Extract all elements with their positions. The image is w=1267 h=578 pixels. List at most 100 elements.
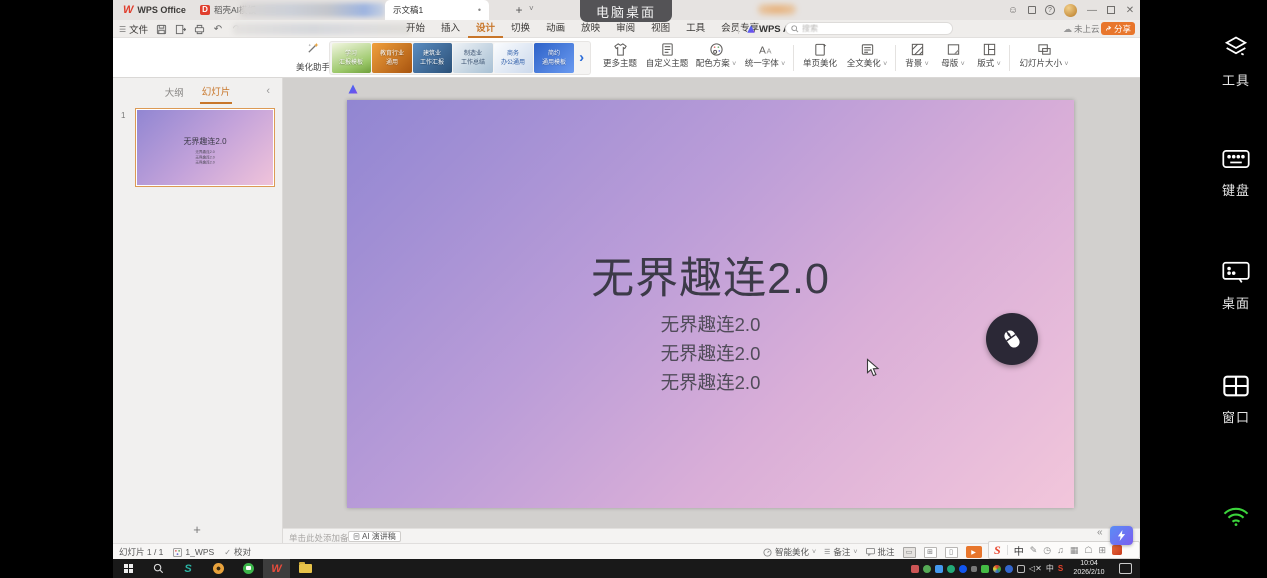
taskbar-app-green[interactable] bbox=[233, 559, 263, 578]
tab-slides[interactable]: 幻灯片 bbox=[200, 80, 233, 104]
ime-voice-icon[interactable]: ♫ bbox=[1057, 545, 1064, 555]
ime-keyboard-icon[interactable]: ▦ bbox=[1070, 545, 1079, 556]
slide-size-button[interactable]: 幻灯片大小 ˅ bbox=[1015, 40, 1073, 76]
feedback-smiley-icon[interactable]: ☺ bbox=[1007, 5, 1019, 16]
slide-thumbnail[interactable]: 无界趣连2.0 无界趣连2.0 无界趣连2.0 无界趣连2.0 bbox=[135, 108, 275, 187]
ime-clock-icon[interactable]: ◷ bbox=[1043, 545, 1051, 556]
normal-view-button[interactable]: ▭ bbox=[903, 547, 916, 558]
tray-pinwheel-icon[interactable] bbox=[993, 565, 1001, 573]
taskbar-sogou-app[interactable]: S bbox=[173, 559, 203, 578]
tab-outline[interactable]: 大纲 bbox=[163, 81, 186, 103]
cloud-status[interactable]: ☁ 未上云 bbox=[1063, 20, 1100, 38]
rail-tools-button[interactable]: 工具 bbox=[1210, 34, 1262, 89]
slide-title-text[interactable]: 无界趣连2.0 bbox=[347, 244, 1074, 306]
rail-windows-button[interactable]: 窗口 bbox=[1210, 373, 1262, 426]
add-slide-button[interactable]: + bbox=[189, 522, 205, 537]
tab-insert[interactable]: 插入 bbox=[433, 20, 468, 38]
background-button[interactable]: 背景 ˅ bbox=[901, 40, 933, 76]
unify-font-button[interactable]: AA 统一字体 ˅ bbox=[742, 40, 788, 76]
workspace-icon[interactable] bbox=[1028, 6, 1036, 14]
color-scheme-button[interactable]: 配色方案 ˅ bbox=[692, 40, 740, 76]
tray-app-icon[interactable] bbox=[959, 565, 967, 573]
tab-slideshow[interactable]: 放映 bbox=[573, 20, 608, 38]
tray-app-icon[interactable] bbox=[1005, 565, 1013, 573]
minimize-button[interactable]: — bbox=[1086, 5, 1098, 16]
taskbar-wps-app-active[interactable]: W bbox=[263, 559, 290, 578]
tab-tools[interactable]: 工具 bbox=[678, 20, 713, 38]
close-button[interactable]: ✕ bbox=[1124, 5, 1136, 16]
slide-master-button[interactable]: 母版 ˅ bbox=[937, 40, 969, 76]
taskbar-search-button[interactable] bbox=[143, 559, 173, 578]
tray-app-icon[interactable] bbox=[923, 565, 931, 573]
new-tab-button[interactable]: + bbox=[512, 3, 526, 17]
virtual-mouse-button[interactable] bbox=[986, 313, 1038, 365]
template-card[interactable]: 建筑业工作汇报 bbox=[413, 43, 453, 73]
tray-app-icon[interactable] bbox=[947, 565, 955, 573]
ime-pen-icon[interactable]: ✎ bbox=[1030, 545, 1038, 556]
tab-view[interactable]: 视图 bbox=[643, 20, 678, 38]
tray-display-icon[interactable] bbox=[1017, 565, 1025, 573]
tab-review[interactable]: 审阅 bbox=[608, 20, 643, 38]
tray-volume-icon[interactable]: ◁✕ bbox=[1029, 564, 1042, 573]
taskbar-clock[interactable]: 10:04 2026/2/10 bbox=[1065, 560, 1113, 577]
rail-desktop-button[interactable]: 桌面 bbox=[1210, 259, 1262, 312]
ime-toolbox-icon[interactable]: ⊞ bbox=[1098, 545, 1106, 556]
tray-ime-mode[interactable]: 中 bbox=[1046, 563, 1054, 574]
tab-list-caret-icon[interactable]: ˅ bbox=[529, 4, 534, 13]
proofread-entry[interactable]: ✓ 校对 bbox=[224, 546, 251, 558]
doc-beautify-button[interactable]: 全文美化 ˅ bbox=[843, 40, 891, 76]
help-icon[interactable]: ? bbox=[1045, 5, 1055, 15]
tab-animation[interactable]: 动画 bbox=[538, 20, 573, 38]
share-button[interactable]: 分享 bbox=[1101, 22, 1135, 35]
command-search[interactable] bbox=[785, 22, 953, 35]
tab-home[interactable]: 开始 bbox=[398, 20, 433, 38]
comments-button[interactable]: 批注 bbox=[866, 546, 895, 558]
search-input[interactable] bbox=[802, 24, 932, 33]
more-themes-button[interactable]: 更多主题 bbox=[598, 40, 642, 76]
theme-entry[interactable]: 1_WPS bbox=[173, 547, 214, 557]
notes-toggle-button[interactable]: ☰ 备注 ˅ bbox=[824, 546, 857, 558]
tray-app-icon[interactable] bbox=[935, 565, 943, 573]
action-center-icon[interactable] bbox=[1119, 563, 1132, 574]
taskbar-app-orange[interactable] bbox=[203, 559, 233, 578]
template-card[interactable]: 教育行业通用 bbox=[372, 43, 412, 73]
tab-transition[interactable]: 切换 bbox=[503, 20, 538, 38]
save-icon[interactable] bbox=[155, 23, 167, 35]
smart-beautify-button[interactable]: 智能美化 ˅ bbox=[763, 546, 816, 558]
tray-app-icon[interactable] bbox=[971, 566, 977, 572]
print-icon[interactable] bbox=[193, 23, 205, 35]
ai-assistant-bubble[interactable] bbox=[1110, 526, 1133, 545]
ime-extra-icon[interactable] bbox=[1112, 545, 1122, 555]
slide-sorter-view-button[interactable]: ⊞ bbox=[924, 547, 937, 558]
user-avatar[interactable] bbox=[1064, 4, 1077, 17]
layout-button[interactable]: 版式 ˅ bbox=[973, 40, 1005, 76]
tray-sogou-icon[interactable]: S bbox=[1058, 564, 1063, 573]
tray-app-icon[interactable] bbox=[981, 565, 989, 573]
custom-theme-button[interactable]: 自定义主题 bbox=[644, 40, 690, 76]
taskbar-file-explorer[interactable] bbox=[290, 559, 320, 578]
document-tab[interactable]: 示文稿1 • bbox=[385, 0, 489, 20]
template-card[interactable]: 制造业工作总结 bbox=[453, 43, 493, 73]
template-gallery-more-icon[interactable]: › bbox=[574, 43, 589, 73]
panel-collapse-icon[interactable]: ‹ bbox=[266, 85, 270, 97]
beautify-assistant-button[interactable]: 美化助手 bbox=[293, 40, 333, 76]
ime-skin-icon[interactable]: ☖ bbox=[1084, 545, 1092, 556]
template-card[interactable]: 商务办公通用 bbox=[494, 43, 534, 73]
tab-close-icon[interactable]: • bbox=[478, 5, 481, 15]
collapse-chevron-icon[interactable]: « bbox=[1097, 527, 1103, 538]
slide-subtitle-text[interactable]: 无界趣连2.0 无界趣连2.0 无界趣连2.0 bbox=[347, 310, 1074, 397]
ime-logo[interactable]: S bbox=[994, 543, 1001, 558]
tray-app-icon[interactable] bbox=[911, 565, 919, 573]
slide-canvas[interactable]: 无界趣连2.0 无界趣连2.0 无界趣连2.0 无界趣连2.0 bbox=[347, 100, 1074, 508]
page-beautify-button[interactable]: 单页美化 bbox=[799, 40, 841, 76]
file-menu[interactable]: ☰ 文件 bbox=[119, 20, 148, 38]
template-card[interactable]: 学习汇报模板 bbox=[332, 43, 372, 73]
undo-icon[interactable]: ↶ bbox=[212, 23, 224, 35]
restore-button[interactable] bbox=[1107, 6, 1115, 14]
ime-mode-indicator[interactable]: 中 bbox=[1014, 543, 1024, 558]
output-icon[interactable] bbox=[174, 23, 186, 35]
rail-keyboard-button[interactable]: 键盘 bbox=[1210, 146, 1262, 199]
wps-ai-float-icon[interactable] bbox=[347, 82, 359, 100]
slideshow-play-button[interactable]: ▶ bbox=[966, 546, 982, 558]
tab-design[interactable]: 设计 bbox=[468, 20, 503, 38]
